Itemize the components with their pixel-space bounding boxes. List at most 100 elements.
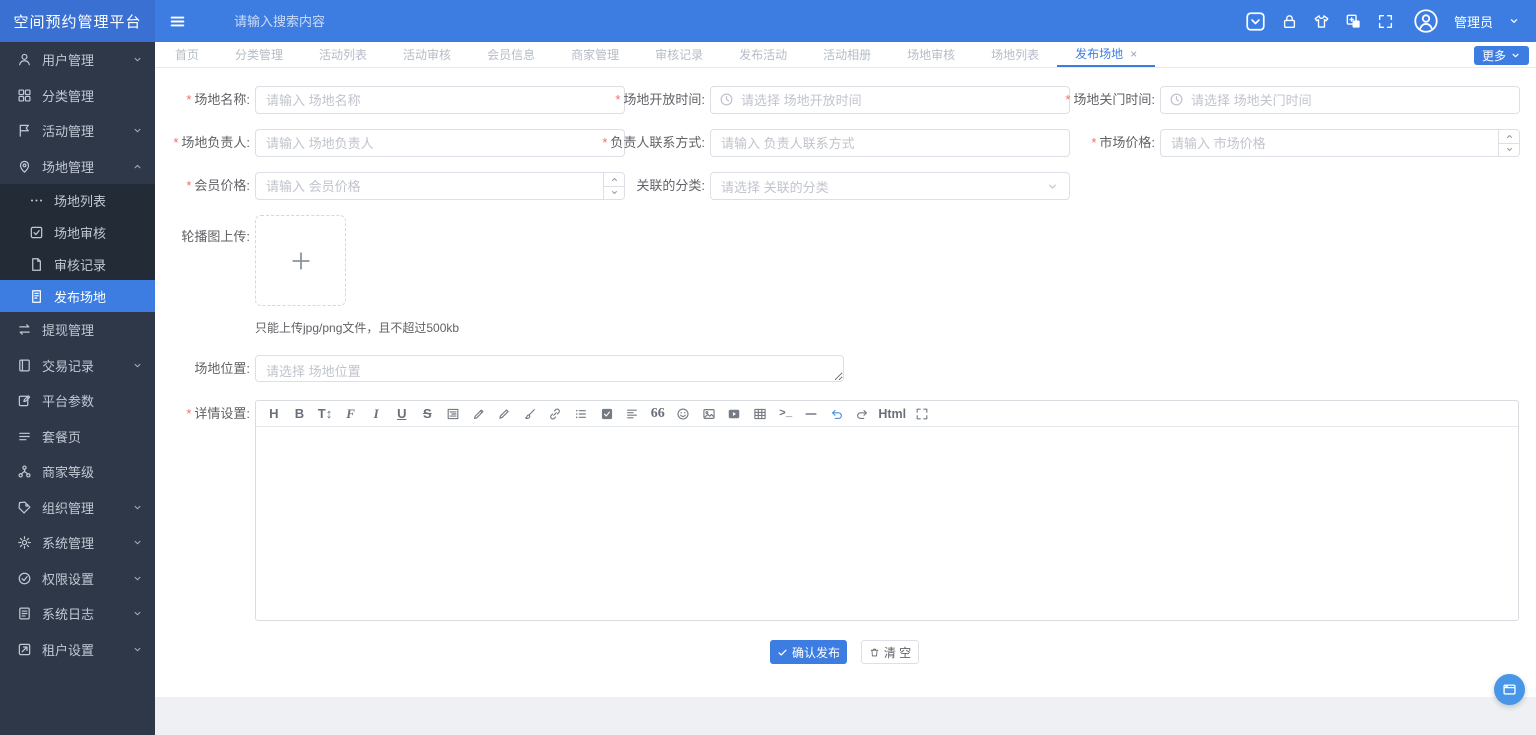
tab-label: 商家管理 <box>571 48 620 62</box>
tab-activity-list[interactable]: 活动列表 <box>301 42 385 67</box>
category-select[interactable]: 请选择 关联的分类 <box>710 172 1070 200</box>
stepper-down-icon[interactable] <box>1499 142 1519 156</box>
sidebar-item-venue-list[interactable]: 场地列表 <box>0 184 155 216</box>
sidebar-item-transaction-records[interactable]: 交易记录 <box>0 348 155 384</box>
tab-publish-venue[interactable]: 发布场地 × <box>1057 42 1156 67</box>
table-tool[interactable] <box>747 401 773 426</box>
pen-tool[interactable] <box>491 401 517 426</box>
tab-activity-review[interactable]: 活动审核 <box>385 42 469 67</box>
copy-layers-icon[interactable] <box>1345 13 1362 30</box>
align-tool[interactable] <box>619 401 645 426</box>
tab-home[interactable]: 首页 <box>157 42 217 67</box>
tab-venue-review[interactable]: 场地审核 <box>889 42 973 67</box>
sidebar-item-category-management[interactable]: 分类管理 <box>0 78 155 114</box>
strikethrough-tool[interactable]: S <box>415 401 441 426</box>
panel-toggle-icon[interactable] <box>1245 11 1266 32</box>
code-tool[interactable]: >_ <box>773 401 799 426</box>
close-tab-icon[interactable]: × <box>1130 48 1137 60</box>
stepper-up-icon[interactable] <box>1499 130 1519 143</box>
market-price-input[interactable] <box>1160 129 1520 157</box>
editor-content[interactable] <box>256 427 1518 621</box>
heading-tool[interactable]: H <box>261 401 287 426</box>
font-family-tool[interactable]: F <box>338 401 364 426</box>
bullet-list-tool[interactable] <box>568 401 594 426</box>
floating-layout-button[interactable] <box>1494 674 1525 705</box>
redo-tool[interactable] <box>850 401 876 426</box>
sidebar-item-label: 商家等级 <box>42 465 95 481</box>
user-menu[interactable]: 管理员 <box>1454 12 1493 31</box>
check-icon <box>777 647 788 658</box>
sidebar-item-venue-review[interactable]: 场地审核 <box>0 216 155 248</box>
lock-icon[interactable] <box>1281 13 1298 30</box>
sidebar-item-package-page[interactable]: 套餐页 <box>0 419 155 455</box>
video-tool[interactable] <box>722 401 748 426</box>
promote-icon <box>29 289 44 304</box>
app-logo: 空间预约管理平台 <box>0 0 155 42</box>
sidebar-item-tenant-settings[interactable]: 租户设置 <box>0 632 155 668</box>
location-textarea[interactable] <box>255 355 844 382</box>
tab-category-management[interactable]: 分类管理 <box>217 42 301 67</box>
emoji-tool[interactable] <box>671 401 697 426</box>
sidebar-item-merchant-level[interactable]: 商家等级 <box>0 454 155 490</box>
venue-name-input[interactable] <box>255 86 625 114</box>
close-time-picker[interactable] <box>1160 86 1520 114</box>
fullscreen-tool[interactable] <box>909 401 935 426</box>
chevron-down-icon <box>1046 180 1059 193</box>
undo-tool[interactable] <box>824 401 850 426</box>
sidebar-item-publish-venue[interactable]: 发布场地 <box>0 280 155 312</box>
manager-input[interactable] <box>255 129 625 157</box>
avatar[interactable] <box>1413 8 1439 34</box>
confirm-publish-button[interactable]: 确认发布 <box>770 640 847 664</box>
sidebar-item-system-logs[interactable]: 系统日志 <box>0 596 155 632</box>
tab-activity-album[interactable]: 活动相册 <box>805 42 889 67</box>
menu-collapse-icon[interactable] <box>169 13 186 30</box>
stepper-down-icon[interactable] <box>604 185 624 199</box>
tab-member-info[interactable]: 会员信息 <box>469 42 553 67</box>
sidebar-item-user-management[interactable]: 用户管理 <box>0 42 155 78</box>
carousel-upload-dropzone[interactable] <box>255 215 346 306</box>
tab-venue-list[interactable]: 场地列表 <box>973 42 1057 67</box>
tab-merchant-management[interactable]: 商家管理 <box>553 42 637 67</box>
clear-button[interactable]: 清 空 <box>861 640 919 664</box>
sidebar-item-organization-management[interactable]: 组织管理 <box>0 490 155 526</box>
tab-publish-activity[interactable]: 发布活动 <box>721 42 805 67</box>
image-tool[interactable] <box>696 401 722 426</box>
detail-label: * 详情设置: <box>186 406 250 421</box>
quote-tool[interactable]: 66 <box>645 401 671 426</box>
global-search-input[interactable] <box>234 13 454 29</box>
contact-input[interactable] <box>710 129 1070 157</box>
html-tool[interactable]: Html <box>875 401 909 426</box>
open-time-input[interactable] <box>710 86 1070 114</box>
underline-tool[interactable]: U <box>389 401 415 426</box>
publish-venue-form: *场地名称: *场地开放时间: *场地关门时间: *场地负责人: *负责人联系方… <box>155 68 1536 697</box>
italic-tool[interactable]: I <box>363 401 389 426</box>
divider-tool[interactable] <box>798 401 824 426</box>
sidebar-item-venue-management[interactable]: 场地管理 <box>0 149 155 185</box>
sidebar-item-activity-management[interactable]: 活动管理 <box>0 113 155 149</box>
sidebar-item-platform-params[interactable]: 平台参数 <box>0 383 155 419</box>
brush-tool[interactable] <box>517 401 543 426</box>
open-time-picker[interactable] <box>710 86 1070 114</box>
fullscreen-icon[interactable] <box>1377 13 1394 30</box>
tab-label: 分类管理 <box>235 48 284 62</box>
sidebar-item-label: 平台参数 <box>42 394 95 410</box>
bold-tool[interactable]: B <box>287 401 313 426</box>
chevron-down-icon <box>132 644 143 655</box>
highlight-tool[interactable] <box>466 401 492 426</box>
sidebar-item-label: 审核记录 <box>54 257 107 273</box>
sidebar-item-review-records[interactable]: 审核记录 <box>0 248 155 280</box>
member-price-input[interactable] <box>255 172 625 200</box>
tab-review-records[interactable]: 审核记录 <box>637 42 721 67</box>
stepper-up-icon[interactable] <box>604 173 624 186</box>
sidebar-item-system-management[interactable]: 系统管理 <box>0 525 155 561</box>
font-size-tool[interactable]: T↕ <box>312 401 338 426</box>
todo-list-tool[interactable] <box>594 401 620 426</box>
indent-tool[interactable] <box>440 401 466 426</box>
theme-shirt-icon[interactable] <box>1313 13 1330 30</box>
close-time-input[interactable] <box>1160 86 1520 114</box>
sidebar-item-permission-settings[interactable]: 权限设置 <box>0 561 155 597</box>
link-tool[interactable] <box>543 401 569 426</box>
sidebar-item-withdrawal-management[interactable]: 提现管理 <box>0 312 155 348</box>
more-tabs-button[interactable]: 更多 <box>1473 46 1529 65</box>
sidebar-item-label: 系统管理 <box>42 536 95 552</box>
